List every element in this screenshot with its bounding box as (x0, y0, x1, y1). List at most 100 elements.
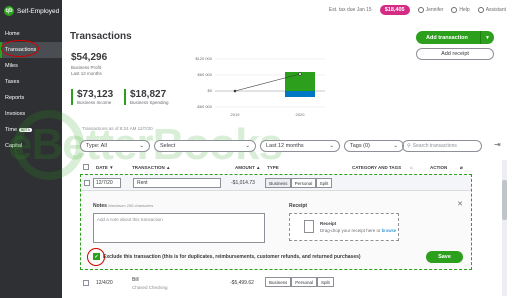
amount-value: -$1,014.73 (231, 180, 255, 186)
page-title: Transactions (70, 31, 132, 42)
attachment-icon: ⌀ (460, 165, 463, 170)
table-row[interactable]: 12/4/20 Bill Chased Checking -$5,499.62 … (80, 276, 480, 296)
help-label: Help (459, 7, 470, 13)
add-receipt-button[interactable]: Add receipt (416, 48, 494, 60)
save-button[interactable]: Save (426, 251, 463, 263)
scrollbar-thumb[interactable] (502, 180, 507, 220)
tags-filter-label: Tags (0) (350, 143, 370, 149)
type-filter[interactable]: Type: All ⌄ (80, 140, 150, 152)
search-icon: ⚲ (407, 143, 411, 149)
type-segmented-control: Business Personal Split (265, 277, 334, 287)
type-column-header: TYPE (267, 165, 279, 170)
date-column-header[interactable]: DATE ▼ (96, 165, 114, 170)
topbar: Est. tax due Jan 15 $18,405 Jennifer Hel… (62, 0, 512, 20)
x-tick-label: 2020 (296, 112, 306, 117)
y-tick-label: -$60 000 (196, 104, 213, 109)
brand[interactable]: qb Self-Employed (0, 0, 62, 22)
user-menu[interactable]: Jennifer (417, 7, 444, 13)
select-filter-label: Select (160, 143, 176, 149)
row-payee: Bill (132, 277, 139, 283)
tags-filter[interactable]: Tags (0) ⌄ (344, 140, 404, 152)
quickbooks-logo-icon: qb (4, 6, 14, 16)
type-personal-button[interactable]: Personal (291, 277, 318, 287)
date-field[interactable]: 12/7/20 (93, 178, 121, 188)
receipt-title: Receipt (320, 221, 337, 226)
receipt-subtext-prefix: Drag-drop your receipt here or (320, 228, 382, 233)
est-tax-badge[interactable]: $18,405 (379, 5, 410, 15)
y-tick-label: $0 (208, 88, 213, 93)
amount-column-header[interactable]: AMOUNT ▲ (235, 165, 260, 170)
sidebar-item-miles[interactable]: Miles (0, 58, 62, 74)
assistant-icon (477, 7, 484, 13)
table-row[interactable]: 12/7/20 Rent -$1,014.73 Business Persona… (81, 175, 471, 191)
type-business-button[interactable]: Business (265, 277, 292, 287)
chevron-down-icon[interactable]: ▼ (480, 31, 494, 44)
spending-amount: $18,827 (130, 89, 167, 100)
period-filter[interactable]: Last 12 months ⌄ (260, 140, 340, 152)
receipt-dropzone[interactable]: Receipt Drag-drop your receipt here or b… (289, 213, 399, 241)
export-icon[interactable]: ⇥ (494, 140, 501, 149)
profit-label-2: Last 12 months (71, 71, 102, 76)
add-transaction-label: Add transaction (426, 34, 468, 41)
add-transaction-button[interactable]: Add transaction ▼ (416, 31, 494, 44)
browse-link[interactable]: browse (382, 228, 397, 233)
type-personal-button[interactable]: Personal (290, 178, 317, 188)
type-split-button[interactable]: Split (317, 277, 334, 287)
select-filter[interactable]: Select ⌄ (154, 140, 256, 152)
period-filter-label: Last 12 months (266, 143, 304, 149)
row-account: Chased Checking (132, 285, 168, 290)
income-amount: $73,123 (77, 89, 114, 100)
table-header: DATE ▼ TRANSACTION ▲ AMOUNT ▲ TYPE CATEG… (80, 163, 480, 173)
brand-name: Self-Employed (17, 7, 60, 15)
profit-point (298, 72, 302, 76)
chevron-down-icon: ⌄ (393, 143, 398, 149)
user-name: Jennifer (425, 7, 444, 13)
exclude-option[interactable]: ✓ Exclude this transaction (this is for … (93, 253, 361, 260)
receipt-label: Receipt (289, 203, 308, 209)
payee-field[interactable]: Rent (133, 178, 221, 188)
checkmark-icon[interactable]: ✓ (93, 253, 100, 260)
transaction-count: Transactions as of 8:24 AM 12/7/20 (82, 126, 153, 131)
scrollbar[interactable] (502, 160, 507, 296)
notes-textarea[interactable]: Add a note about this transaction (93, 213, 265, 243)
spending-label: Business Spending (130, 100, 169, 105)
sidebar-item-reports[interactable]: Reports (0, 90, 62, 106)
tag-icon: ⌂ (410, 165, 413, 170)
filter-bar: Type: All ⌄ Select ⌄ Last 12 months ⌄ Tags … (80, 140, 404, 152)
category-column-header: CATEGORY AND TAGS (352, 165, 402, 170)
select-all-checkbox[interactable] (83, 164, 89, 170)
income-stat: $73,123 Business Income (71, 89, 113, 105)
bar-2020-spending (285, 91, 315, 97)
help-icon (451, 7, 458, 13)
search-input[interactable]: ⚲ Search transactions (402, 140, 482, 152)
chevron-down-icon: ⌄ (329, 143, 334, 149)
type-split-button[interactable]: Split (315, 178, 333, 188)
close-icon[interactable]: ✕ (457, 200, 463, 208)
type-segmented-control: Business Personal Split (265, 178, 333, 188)
est-tax-label: Est. tax due Jan 15 (328, 7, 372, 13)
assistant-label: Assistant (485, 7, 506, 13)
profit-point (233, 89, 237, 93)
receipt-icon (304, 220, 314, 233)
profit-label: Business Profit Last 12 months (71, 65, 102, 77)
row-checkbox[interactable] (84, 180, 90, 186)
sidebar-item-taxes[interactable]: Taxes (0, 74, 62, 90)
help-button[interactable]: Help (451, 7, 470, 13)
highlight-circle (1, 40, 39, 57)
assistant-button[interactable]: Assistant (477, 7, 506, 13)
row-date: 12/4/20 (96, 280, 113, 286)
transaction-column-header[interactable]: TRANSACTION ▲ (132, 165, 170, 170)
action-column-header: ACTION (430, 165, 448, 170)
x-tick-label: 2019 (231, 112, 241, 117)
chevron-down-icon: ⌄ (139, 143, 144, 149)
user-icon (417, 7, 424, 13)
sidebar-item-home[interactable]: Home (0, 26, 62, 42)
spending-stat: $18,827 Business Spending (124, 89, 169, 105)
income-label: Business Income (77, 100, 112, 105)
receipt-subtext: Drag-drop your receipt here or browse (320, 228, 396, 233)
type-business-button[interactable]: Business (265, 178, 292, 188)
row-checkbox[interactable] (83, 280, 89, 286)
y-tick-label: $120 000 (195, 56, 212, 61)
profit-chart: $120 000 $60 000 $0 -$60 000 2019 2020 (195, 56, 325, 117)
y-tick-label: $60 000 (198, 72, 213, 77)
